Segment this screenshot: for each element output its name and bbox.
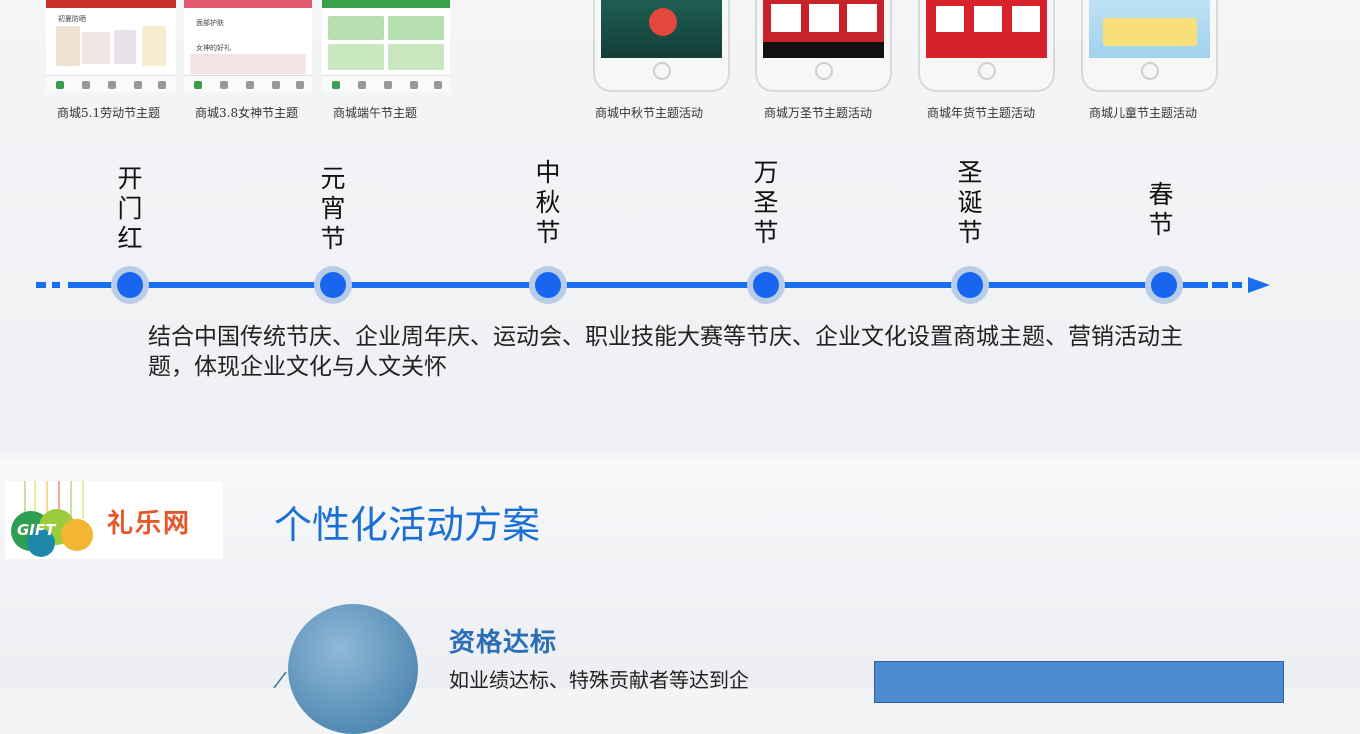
phone-mockup-childrens-day	[1081, 0, 1218, 92]
theme-screenshot-dragon-boat	[322, 0, 450, 92]
timeline-description: 结合中国传统节庆、企业周年庆、运动会、职业技能大赛等节庆、企业文化设置商城主题、…	[148, 324, 1183, 380]
theme-caption: 商城中秋节主题活动	[595, 106, 704, 120]
theme-screenshot-womens-day: 面部护肤 女神的好礼	[184, 0, 312, 92]
timeline-node	[111, 266, 149, 304]
timeline-dash	[1212, 282, 1228, 288]
timeline-label-spring-festival: 春 节	[1148, 180, 1174, 239]
timeline-node	[314, 266, 352, 304]
timeline-label-mid-autumn: 中 秋 节	[535, 158, 561, 247]
gift-logo-icon: GIFT	[11, 481, 93, 557]
timeline-dash	[1232, 282, 1242, 288]
timeline-node	[529, 266, 567, 304]
theme-caption: 商城3.8女神节主题	[195, 106, 299, 120]
timeline-dash	[36, 282, 46, 288]
screenshot-tag: 女神的好礼	[196, 44, 231, 52]
timeline-node	[951, 266, 989, 304]
phone-mockup-halloween	[755, 0, 892, 92]
logo-text: 礼乐网	[107, 509, 192, 539]
screenshot-tag: 初夏防晒	[58, 15, 86, 23]
timeline-dash	[52, 282, 60, 288]
screenshot-tag: 面部护肤	[196, 19, 224, 27]
section-heading: 个性化活动方案	[274, 503, 541, 547]
lilewang-logo: GIFT 礼乐网	[5, 481, 223, 559]
theme-caption: 商城儿童节主题活动	[1089, 106, 1198, 120]
timeline-node	[747, 266, 785, 304]
item-text: 如业绩达标、特殊贡献者等达到企	[449, 668, 749, 692]
theme-caption: 商城万圣节主题活动	[764, 106, 873, 120]
item-title: 资格达标	[449, 628, 558, 658]
timeline-node	[1145, 266, 1183, 304]
theme-caption: 商城端午节主题	[333, 106, 418, 120]
phone-mockup-mid-autumn	[593, 0, 730, 92]
decorative-circle	[288, 604, 418, 734]
logo-mark-text: GIFT	[17, 521, 57, 539]
timeline-label-christmas: 圣 诞 节	[957, 158, 983, 247]
theme-caption: 商城5.1劳动节主题	[57, 106, 161, 120]
timeline-label-halloween: 万 圣 节	[753, 158, 779, 247]
decorative-line	[273, 671, 287, 689]
timeline-label-kaimenhong: 开 门 红	[117, 164, 143, 253]
theme-caption: 商城年货节主题活动	[927, 106, 1036, 120]
blue-panel	[874, 661, 1284, 703]
timeline-label-lantern: 元 宵 节	[320, 164, 346, 253]
timeline-arrow-icon	[1248, 277, 1270, 293]
phone-mockup-new-year-goods	[918, 0, 1055, 92]
timeline-line	[68, 282, 1208, 288]
theme-screenshot-labor-day: 初夏防晒	[46, 0, 176, 92]
